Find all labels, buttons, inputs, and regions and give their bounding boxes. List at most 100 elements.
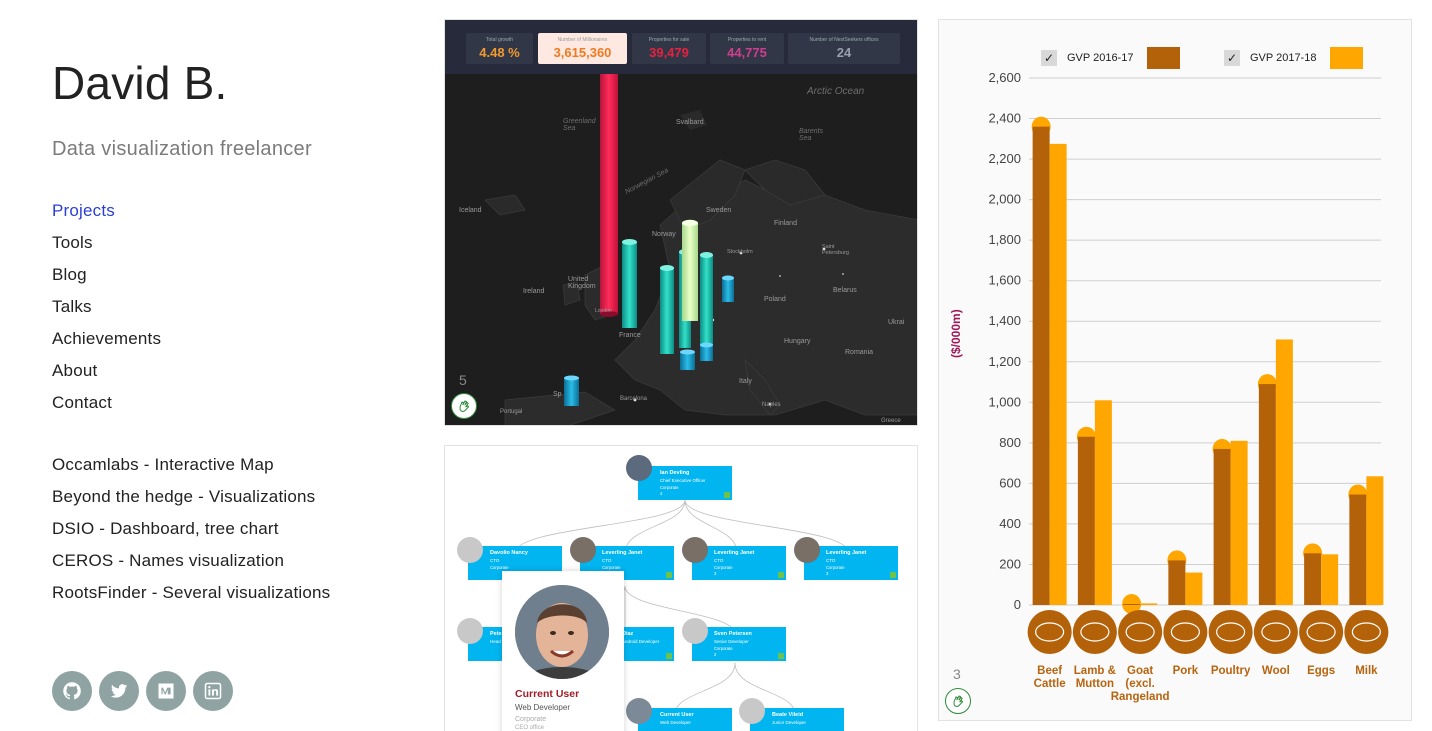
main-nav: Projects Tools Blog Talks Achievements A… [52, 200, 161, 424]
bar-gvp-2017-18[interactable] [1275, 339, 1293, 605]
org-node[interactable]: Current User Web Developer [638, 708, 732, 731]
category-icon [1344, 610, 1389, 654]
map-label: Ukrai [888, 319, 905, 326]
avatar [794, 537, 820, 563]
expand-button[interactable] [778, 572, 784, 578]
kpi-total-growth[interactable]: Total growth 4.48 % [466, 33, 533, 64]
bar-gvp-2017-18[interactable] [1366, 476, 1384, 605]
bar-gvp-2016-17[interactable] [1304, 553, 1322, 605]
x-category-label: Poultry [1211, 665, 1251, 677]
bar-gvp-2017-18[interactable] [1321, 554, 1339, 605]
twitter-link[interactable] [99, 671, 139, 711]
bar-gvp-2017-18[interactable] [1049, 143, 1067, 605]
bar-gvp-2016-17[interactable] [1123, 603, 1141, 605]
project-link-rootsfinder[interactable]: RootsFinder - Several visualizations [52, 582, 330, 614]
org-node-name: Beate Vileid [772, 712, 804, 718]
bar-gvp-2017-18[interactable] [1094, 400, 1112, 605]
bar-gvp-2016-17[interactable] [1213, 448, 1231, 605]
map-label: Naples [762, 402, 781, 408]
x-category-label: Mutton [1076, 678, 1114, 690]
bar-gvp-2016-17[interactable] [1349, 494, 1367, 605]
project-link-beyond-the-hedge[interactable]: Beyond the hedge - Visualizations [52, 486, 330, 518]
nav-item-tools[interactable]: Tools [52, 232, 161, 264]
org-node-name: Pete [490, 631, 502, 637]
bar-gvp-2016-17[interactable] [1032, 126, 1050, 606]
map-label: Italy [739, 378, 752, 385]
kpi-millionaires[interactable]: Number of Millionaires 3,615,360 [538, 33, 627, 64]
y-tick-label: 1,000 [988, 394, 1021, 409]
project-link-dsio[interactable]: DSIO - Dashboard, tree chart [52, 518, 330, 550]
kpi-value: 24 [836, 45, 852, 60]
nav-item-achievements[interactable]: Achievements [52, 328, 161, 360]
org-node-name: Davolio Nancy [490, 550, 528, 556]
project-link-ceros[interactable]: CEROS - Names visualization [52, 550, 330, 582]
clap-button[interactable] [945, 688, 971, 714]
category-icon [1253, 610, 1298, 654]
project-card-interactive-map[interactable]: Total growth 4.48 % Number of Millionair… [444, 19, 918, 426]
expand-button[interactable] [890, 572, 896, 578]
kpi-properties-rent[interactable]: Properties to rent 44,775 [710, 33, 784, 64]
bar-gvp-2016-17[interactable] [1168, 560, 1186, 605]
site-title[interactable]: David B. [52, 56, 227, 110]
y-tick-label: 1,800 [988, 232, 1021, 247]
project-link-occamlabs[interactable]: Occamlabs - Interactive Map [52, 454, 330, 486]
expand-button[interactable] [666, 653, 672, 659]
map-label: France [619, 332, 641, 339]
card-number: 5 [459, 372, 467, 388]
org-node-group: Corporate [490, 565, 509, 570]
nav-item-blog[interactable]: Blog [52, 264, 161, 296]
org-node-role: CTO [602, 558, 612, 563]
map-label: Portugal [500, 409, 523, 415]
expand-button[interactable] [724, 492, 730, 498]
map-label: Greece [881, 418, 901, 424]
x-category-label: Goat [1127, 665, 1153, 677]
map-label: Stockholm [727, 249, 753, 255]
bar-gvp-2017-18[interactable] [1230, 440, 1248, 605]
medium-link[interactable] [146, 671, 186, 711]
org-node-name: Current User [660, 712, 694, 718]
y-tick-label: 1,600 [988, 273, 1021, 288]
org-node-group: Corporate [714, 565, 733, 570]
bar-gvp-2017-18[interactable] [1185, 572, 1203, 605]
avatar [457, 618, 483, 644]
clap-icon [459, 400, 470, 412]
category-icon [1118, 610, 1163, 654]
bar-gvp-2017-18[interactable] [1140, 603, 1158, 605]
org-node-role: Junior Developer [772, 720, 807, 725]
y-tick-label: 1,400 [988, 313, 1021, 328]
avatar [570, 537, 596, 563]
avatar [682, 618, 708, 644]
bar-gvp-2016-17[interactable] [1077, 436, 1095, 605]
map-label: Belarus [833, 287, 857, 294]
user-popup[interactable]: Current User Web Developer Corporate CEO… [502, 571, 624, 731]
x-category-label: Wool [1262, 665, 1290, 677]
expand-button[interactable] [778, 653, 784, 659]
linkedin-link[interactable] [193, 671, 233, 711]
y-tick-label: 1,200 [988, 354, 1021, 369]
nav-item-projects[interactable]: Projects [52, 200, 161, 232]
org-node-group: Corporate [602, 565, 621, 570]
kpi-properties-sale[interactable]: Properties for sale 39,479 [632, 33, 706, 64]
kpi-label: Properties for sale [648, 37, 690, 43]
map-label: Finland [774, 220, 797, 227]
map-label: Arctic Ocean [807, 86, 865, 97]
org-node-group: Corporate [660, 485, 679, 490]
project-card-tree-chart[interactable]: Ian Devling Chief Executive Officer Corp… [444, 445, 918, 731]
kpi-offices[interactable]: Number of NestSeekers offices 24 [788, 33, 900, 64]
nav-item-contact[interactable]: Contact [52, 392, 161, 424]
clap-button[interactable] [451, 393, 477, 419]
project-card-bar-chart[interactable]: ✓ GVP 2016-17 ✓ GVP 2017-18 ($/000m) 0 20… [938, 19, 1412, 721]
x-category-label: Lamb & [1074, 665, 1116, 677]
y-tick-label: 800 [999, 435, 1021, 450]
kpi-label: Number of Millionaires [557, 37, 608, 43]
nav-item-about[interactable]: About [52, 360, 161, 392]
github-link[interactable] [52, 671, 92, 711]
org-node-name: Leverling Janet [602, 550, 643, 556]
bar-chart: 0 200 400 600 800 1,000 1,200 1,400 1,600 1,800 2,… [988, 70, 1389, 703]
org-node-root[interactable]: Ian Devling Chief Executive Officer Corp… [638, 466, 732, 500]
nav-item-talks[interactable]: Talks [52, 296, 161, 328]
expand-button[interactable] [666, 572, 672, 578]
bar-gvp-2016-17[interactable] [1258, 384, 1276, 605]
user-photo [515, 585, 609, 679]
avatar [457, 537, 483, 563]
